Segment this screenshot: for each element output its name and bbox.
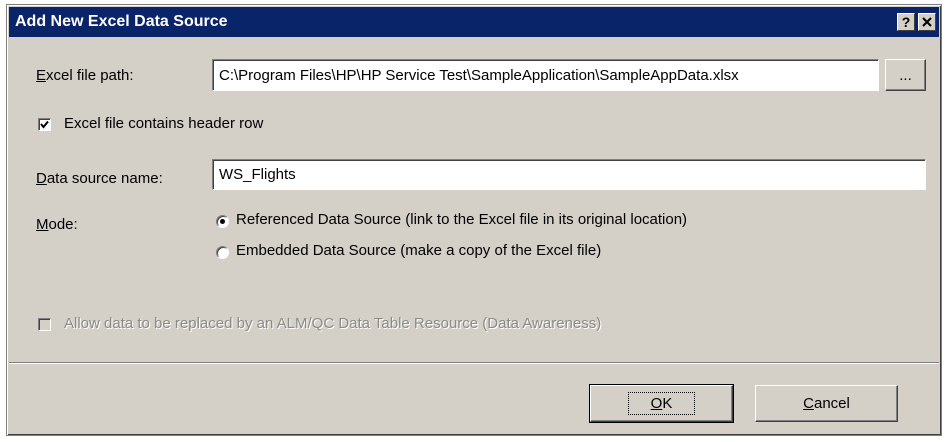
cancel-button-label: ancel bbox=[813, 395, 850, 412]
ok-button[interactable]: OK bbox=[589, 384, 734, 423]
mode-radio-referenced[interactable] bbox=[216, 215, 229, 228]
dialog-title: Add New Excel Data Source bbox=[15, 13, 228, 30]
ok-button-label: K bbox=[662, 395, 673, 412]
data-awareness-checkbox[interactable] bbox=[38, 318, 51, 331]
data-source-name-label-text: ata source name: bbox=[46, 170, 163, 187]
close-icon bbox=[922, 17, 932, 27]
checkmark-icon bbox=[40, 120, 49, 129]
data-source-name-input[interactable]: WS_Flights bbox=[212, 159, 926, 190]
file-path-label-text: xcel file path: bbox=[46, 67, 134, 84]
cancel-button-mnemonic: C bbox=[803, 395, 814, 412]
ok-button-mnemonic: O bbox=[650, 395, 663, 412]
mode-radio-embedded[interactable] bbox=[216, 246, 229, 259]
mode-label-mnemonic: M bbox=[36, 216, 49, 233]
close-button[interactable] bbox=[918, 13, 936, 31]
header-row-label[interactable]: Excel file contains header row bbox=[64, 115, 263, 132]
data-source-name-value: WS_Flights bbox=[219, 166, 296, 183]
browse-button-label: ... bbox=[899, 66, 912, 84]
file-path-label-mnemonic: E bbox=[36, 67, 47, 84]
mode-option-referenced-label[interactable]: Referenced Data Source (link to the Exce… bbox=[236, 211, 687, 228]
mode-label: Mode: bbox=[36, 216, 78, 233]
file-path-label: Excel file path: bbox=[36, 67, 134, 84]
help-button[interactable]: ? bbox=[897, 13, 915, 31]
cancel-button[interactable]: Cancel bbox=[755, 385, 898, 422]
data-source-name-label-mnemonic: D bbox=[36, 170, 47, 187]
file-path-value: C:\Program Files\HP\HP Service Test\Samp… bbox=[219, 66, 739, 84]
mode-option-embedded-label[interactable]: Embedded Data Source (make a copy of the… bbox=[236, 242, 601, 259]
file-path-field[interactable]: C:\Program Files\HP\HP Service Test\Samp… bbox=[212, 59, 879, 91]
button-separator bbox=[9, 362, 939, 364]
add-excel-data-source-dialog: Add New Excel Data Source ? Excel file p… bbox=[6, 4, 942, 436]
browse-button[interactable]: ... bbox=[885, 59, 926, 91]
data-awareness-label: Allow data to be replaced by an ALM/QC D… bbox=[64, 315, 602, 332]
ok-button-focus: OK bbox=[627, 392, 696, 415]
data-source-name-label: Data source name: bbox=[36, 170, 163, 187]
title-bar[interactable]: Add New Excel Data Source ? bbox=[9, 7, 939, 37]
header-row-checkbox[interactable] bbox=[38, 118, 51, 131]
mode-label-text: ode: bbox=[48, 216, 78, 233]
